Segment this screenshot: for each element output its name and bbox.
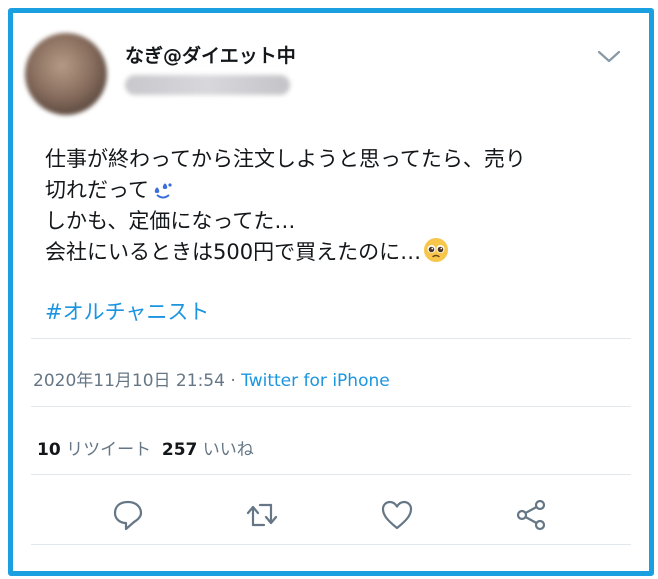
divider — [31, 406, 631, 407]
avatar[interactable] — [25, 33, 107, 115]
like-icon[interactable] — [379, 497, 415, 533]
divider — [31, 474, 631, 475]
tweet-line-text: 会社にいるときは500円で買えたのに… — [45, 240, 422, 264]
sweat-smile-emoji-icon — [154, 183, 172, 199]
source-link[interactable]: Twitter for iPhone — [241, 371, 390, 391]
tweet-line-text: 切れだって — [45, 178, 149, 202]
divider — [31, 544, 631, 545]
engagement-stats: 10 リツイート 257 いいね — [37, 435, 254, 460]
divider — [31, 338, 631, 339]
tweet-line: 仕事が終わってから注文しようと思ってたら、売り — [45, 147, 526, 171]
action-bar — [13, 497, 649, 537]
likes-stat[interactable]: 257 いいね — [162, 440, 254, 460]
pleading-face-emoji-icon — [424, 238, 449, 262]
author-display-name[interactable]: なぎ@ダイエット中 — [125, 41, 296, 68]
tweet-meta: 2020年11月10日 21:54 · Twitter for iPhone — [33, 366, 390, 391]
chevron-down-icon[interactable] — [596, 47, 622, 65]
reply-icon[interactable] — [110, 497, 146, 533]
tweet-text: 仕事が終わってから注文しようと思ってたら、売り 切れだって しかも、定価になって… — [45, 144, 625, 268]
author-handle-blurred[interactable] — [125, 75, 290, 95]
retweet-icon[interactable] — [244, 497, 280, 533]
retweets-count: 10 — [37, 440, 61, 460]
meta-separator: · — [224, 371, 242, 391]
retweets-label: リツイート — [66, 440, 152, 460]
share-icon[interactable] — [513, 497, 549, 533]
retweets-stat[interactable]: 10 リツイート — [37, 440, 151, 460]
tweet-line: しかも、定価になってた… — [45, 209, 296, 233]
likes-label: いいね — [202, 440, 254, 460]
tweet-line-with-emoji: 切れだって — [45, 175, 625, 206]
tweet-line-with-emoji: 会社にいるときは500円で買えたのに… — [45, 237, 625, 268]
hashtag-link[interactable]: #オルチャニスト — [45, 296, 209, 326]
tweet-card: なぎ@ダイエット中 仕事が終わってから注文しようと思ってたら、売り 切れだって … — [8, 8, 654, 576]
likes-count: 257 — [161, 440, 198, 460]
timestamp[interactable]: 2020年11月10日 21:54 — [33, 371, 225, 391]
